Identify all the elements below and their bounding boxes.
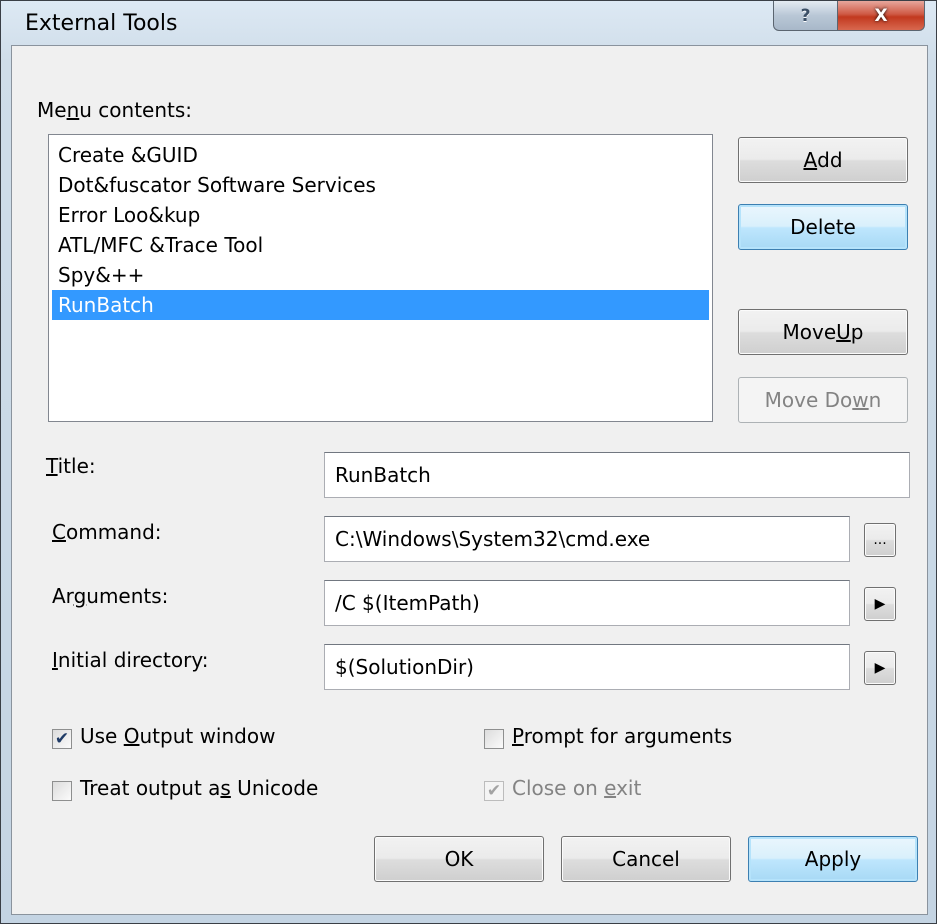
arrow-right-icon: ▶ — [874, 660, 886, 676]
list-item[interactable]: Error Loo&kup — [52, 200, 709, 230]
arrow-right-icon: ▶ — [874, 596, 886, 612]
help-button[interactable]: ? — [773, 1, 838, 31]
title-bar[interactable]: External Tools ? X — [1, 1, 936, 43]
prompt-for-arguments-checkbox[interactable] — [484, 729, 504, 749]
list-item[interactable]: ATL/MFC &Trace Tool — [52, 230, 709, 260]
use-output-window-checkbox[interactable]: ✔ — [52, 729, 72, 749]
checkmark-icon: ✔ — [54, 728, 70, 749]
external-tools-dialog: External Tools ? X Menu contents: Create… — [0, 0, 937, 924]
initial-directory-menu-button[interactable]: ▶ — [864, 651, 896, 685]
apply-button[interactable]: Apply — [748, 836, 918, 882]
prompt-for-arguments-label[interactable]: Prompt for arguments — [512, 724, 732, 748]
title-field[interactable]: RunBatch — [324, 452, 910, 498]
list-item[interactable]: Dot&fuscator Software Services — [52, 170, 709, 200]
close-on-exit-label: Close on exit — [512, 776, 642, 800]
menu-contents-list[interactable]: Create &GUID Dot&fuscator Software Servi… — [48, 134, 713, 422]
ellipsis-icon: ... — [873, 532, 887, 548]
list-item-selected[interactable]: RunBatch — [52, 290, 709, 320]
move-up-button[interactable]: Move Up — [738, 309, 908, 355]
ok-button[interactable]: OK — [374, 836, 544, 882]
command-field[interactable]: C:\Windows\System32\cmd.exe — [324, 516, 850, 562]
treat-output-unicode-checkbox[interactable] — [52, 781, 72, 801]
list-item[interactable]: Spy&++ — [52, 260, 709, 290]
close-icon: X — [874, 5, 888, 26]
initial-directory-field[interactable]: $(SolutionDir) — [324, 644, 850, 690]
add-button[interactable]: Add — [738, 137, 908, 183]
arguments-field[interactable]: /C $(ItemPath) — [324, 580, 850, 626]
treat-output-unicode-label[interactable]: Treat output as Unicode — [80, 776, 318, 800]
arguments-menu-button[interactable]: ▶ — [864, 587, 896, 621]
question-icon: ? — [800, 5, 811, 26]
use-output-window-label[interactable]: Use Output window — [80, 724, 275, 748]
close-on-exit-checkbox[interactable]: ✔ — [484, 781, 504, 801]
command-label: Command: — [52, 520, 162, 544]
dialog-body: Menu contents: Create &GUID Dot&fuscator… — [11, 45, 928, 915]
checkmark-icon: ✔ — [486, 780, 502, 801]
title-label: Title: — [46, 454, 96, 478]
move-down-button[interactable]: Move Do w n — [738, 377, 908, 423]
browse-button[interactable]: ... — [864, 523, 896, 557]
initial-directory-label: Initial directory: — [52, 648, 209, 672]
close-button[interactable]: X — [837, 1, 925, 31]
cancel-button[interactable]: Cancel — [561, 836, 731, 882]
arguments-label: Arguments: — [52, 584, 169, 608]
window-title: External Tools — [25, 11, 178, 36]
menu-contents-label: Menu contents: — [37, 98, 193, 122]
list-item[interactable]: Create &GUID — [52, 140, 709, 170]
delete-button[interactable]: Delete — [738, 204, 908, 250]
